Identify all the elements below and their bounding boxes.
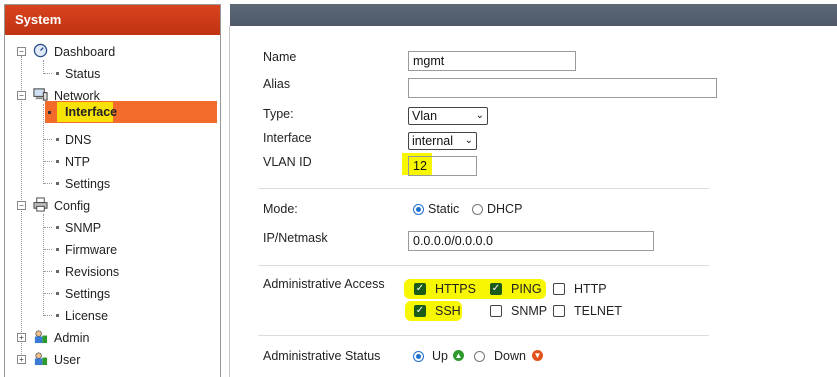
status-up-label: Up <box>432 349 448 363</box>
divider <box>258 265 709 266</box>
alias-label: Alias <box>263 77 291 91</box>
mode-dhcp-radio[interactable] <box>472 204 483 215</box>
sidebar-item-interface[interactable]: Interface <box>45 101 217 123</box>
tree-line <box>43 60 44 74</box>
tree-line <box>44 271 52 272</box>
telnet-label: TELNET <box>574 304 622 318</box>
administrative-access-label: Administrative Access <box>263 277 385 291</box>
sidebar-item-firmware[interactable]: Firmware <box>65 239 117 259</box>
bullet-icon <box>56 138 59 141</box>
administrative-status-label: Administrative Status <box>263 349 381 363</box>
status-up-radio[interactable] <box>413 351 424 362</box>
dashboard-gauge-icon <box>33 43 48 58</box>
collapse-network-toggle[interactable]: − <box>17 91 26 100</box>
snmp-checkbox[interactable] <box>490 305 502 317</box>
bullet-icon <box>56 292 59 295</box>
bullet-icon <box>56 182 59 185</box>
sidebar-item-ntp[interactable]: NTP <box>65 151 90 171</box>
mode-static-label: Static <box>428 202 460 216</box>
bullet-icon <box>56 270 59 273</box>
ping-label: PING <box>511 282 542 296</box>
content-border <box>229 26 230 377</box>
sidebar-item-network-settings[interactable]: Settings <box>65 173 110 193</box>
sidebar-item-dns[interactable]: DNS <box>65 129 91 149</box>
https-checkbox[interactable]: ✓ <box>414 283 426 295</box>
type-select-value: Vlan <box>412 109 438 123</box>
ssh-label: SSH <box>435 304 461 318</box>
tree-line <box>44 183 52 184</box>
sidebar-item-config[interactable]: Config <box>54 195 90 215</box>
interface-select[interactable]: internal ⌄ <box>408 132 477 150</box>
vlan-id-input[interactable]: 12 <box>408 156 477 176</box>
sidebar-item-status[interactable]: Status <box>65 63 100 83</box>
http-label: HTTP <box>574 282 607 296</box>
mode-label: Mode: <box>263 202 298 216</box>
type-label: Type: <box>263 107 294 121</box>
bullet-icon <box>56 72 59 75</box>
divider <box>258 335 709 336</box>
tree-line <box>44 293 52 294</box>
name-input[interactable]: mgmt <box>408 51 576 71</box>
tree-line <box>44 161 52 162</box>
telnet-checkbox[interactable] <box>553 305 565 317</box>
arrow-down-icon: ▼ <box>532 350 543 361</box>
mode-static-radio[interactable] <box>413 204 424 215</box>
bullet-icon <box>56 226 59 229</box>
alias-input[interactable] <box>408 78 717 98</box>
tree-line <box>43 214 44 316</box>
network-computer-icon <box>33 88 48 101</box>
collapse-dashboard-toggle[interactable]: − <box>17 47 26 56</box>
ip-netmask-label: IP/Netmask <box>263 231 328 245</box>
sidebar-item-user[interactable]: User <box>54 349 80 369</box>
bullet-icon <box>56 314 59 317</box>
ssh-checkbox[interactable]: ✓ <box>414 305 426 317</box>
type-select[interactable]: Vlan ⌄ <box>408 107 488 125</box>
content-header-bar <box>230 4 837 26</box>
tree-line <box>44 249 52 250</box>
bullet-icon <box>48 111 51 114</box>
arrow-up-icon: ▲ <box>453 350 464 361</box>
ping-checkbox[interactable]: ✓ <box>490 283 502 295</box>
vlan-id-label: VLAN ID <box>263 155 312 169</box>
snmp-label: SNMP <box>511 304 548 318</box>
config-printer-icon <box>33 197 48 212</box>
sidebar-item-revisions[interactable]: Revisions <box>65 261 119 281</box>
chevron-down-icon: ⌄ <box>464 135 473 146</box>
expand-admin-toggle[interactable]: + <box>17 333 26 342</box>
tree-line <box>43 104 44 184</box>
user-users-icon <box>34 352 48 366</box>
ip-netmask-input[interactable]: 0.0.0.0/0.0.0.0 <box>408 231 654 251</box>
sidebar-item-config-settings[interactable]: Settings <box>65 283 110 303</box>
interface-label: Interface <box>263 131 312 145</box>
tree-line <box>44 227 52 228</box>
interface-select-value: internal <box>412 134 453 148</box>
tree-line <box>44 139 52 140</box>
bullet-icon <box>56 160 59 163</box>
admin-users-icon <box>34 330 48 344</box>
sidebar-item-license[interactable]: License <box>65 305 108 325</box>
http-checkbox[interactable] <box>553 283 565 295</box>
bullet-icon <box>56 248 59 251</box>
status-down-label: Down <box>494 349 526 363</box>
name-label: Name <box>263 50 297 64</box>
sidebar-title: System <box>5 5 220 35</box>
tree-line <box>44 73 52 74</box>
mode-dhcp-label: DHCP <box>487 202 523 216</box>
sidebar-item-admin[interactable]: Admin <box>54 327 89 347</box>
status-down-radio[interactable] <box>474 351 485 362</box>
chevron-down-icon: ⌄ <box>475 110 484 121</box>
collapse-config-toggle[interactable]: − <box>17 201 26 210</box>
https-label: HTTPS <box>435 282 476 296</box>
divider <box>258 188 709 189</box>
tree-line <box>44 315 52 316</box>
sidebar-item-snmp[interactable]: SNMP <box>65 217 101 237</box>
expand-user-toggle[interactable]: + <box>17 355 26 364</box>
sidebar-item-dashboard[interactable]: Dashboard <box>54 41 115 61</box>
